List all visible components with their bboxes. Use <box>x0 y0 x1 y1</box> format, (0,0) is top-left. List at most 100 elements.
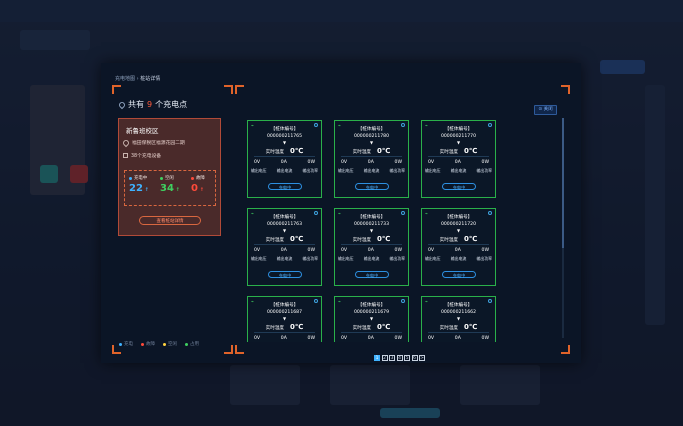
breadcrumb: 充电地图 › 桩站详情 <box>115 76 161 82</box>
output-values: 0V 0A 0W <box>341 336 402 341</box>
pile-number-label: 【桩体编号】 <box>357 215 386 220</box>
pile-card[interactable]: ⌁ 【桩体编号】 000000211765 ▼ 实时温度 0℃ 0V 0A 0W 输出电压 输出电流… <box>247 120 322 198</box>
temperature: 实时温度 0℃ <box>265 323 304 331</box>
divider <box>254 244 315 245</box>
arrow-down-icon: ▼ <box>456 228 461 233</box>
page-button[interactable]: 3 <box>389 355 395 361</box>
arrow-down-icon: ▼ <box>282 140 287 145</box>
page-button[interactable]: 4 <box>396 355 403 361</box>
output-values: 0V 0A 0W <box>341 248 402 253</box>
temperature: 实时温度 0℃ <box>439 235 478 243</box>
arrow-down-icon: ▼ <box>282 316 287 321</box>
output-values: 0V 0A 0W <box>341 160 402 165</box>
output-labels: 输出电压 输出电流 输出功率 <box>338 168 405 173</box>
charging-status-button[interactable]: 充电中 <box>442 271 476 278</box>
output-values: 0V 0A 0W <box>428 336 489 341</box>
output-values: 0V 0A 0W <box>254 336 315 341</box>
status-dot-icon <box>191 176 194 180</box>
pile-id: 000000211780 <box>353 134 390 139</box>
output-labels: 输出电压 输出电流 输出功率 <box>425 256 492 261</box>
pile-number-label: 【桩体编号】 <box>357 127 386 132</box>
page-button[interactable]: 2 <box>381 355 388 361</box>
legend-item: 空闲 <box>163 341 177 347</box>
pile-card[interactable]: ⌁【桩体编号】000000211687▼实时温度0℃0V0A0W输出电压输出电流… <box>247 296 322 342</box>
temperature: 实时温度 0℃ <box>352 323 391 331</box>
arrow-down-icon: ▼ <box>369 228 374 233</box>
frame-corner <box>224 345 233 354</box>
temperature: 实时温度 0℃ <box>439 323 478 331</box>
site-stats: 充电中 22 ↑ 空闲 34 ↑ 故障 0 ↑ <box>124 170 216 206</box>
divider <box>428 332 489 333</box>
output-labels: 输出电压 输出电流 输出功率 <box>251 256 318 261</box>
frame-corner <box>561 85 570 94</box>
output-values: 0V 0A 0W <box>254 160 315 165</box>
pile-card[interactable]: ⌁ 【桩体编号】 000000211720 ▼ 实时温度 0℃ 0V 0A 0W 输出电压 输出电流… <box>421 208 496 286</box>
temperature: 实时温度 0℃ <box>439 147 478 155</box>
pile-card[interactable]: ⌁【桩体编号】000000211679▼实时温度0℃0V0A0W输出电压输出电流… <box>334 296 409 342</box>
arrow-down-icon: ▼ <box>369 140 374 145</box>
pile-card[interactable]: ⌁ 【桩体编号】 000000211733 ▼ 实时温度 0℃ 0V 0A 0W 输出电压 输出电流… <box>334 208 409 286</box>
pile-number-label: 【桩体编号】 <box>270 215 299 220</box>
status-dot-icon <box>160 176 163 180</box>
stat-idle: 空闲 34 ↑ <box>160 176 180 194</box>
output-labels: 输出电压 输出电流 输出功率 <box>338 256 405 261</box>
divider <box>428 244 489 245</box>
frame-corner <box>561 345 570 354</box>
site-address: 福田保税区福源花园二期 <box>121 138 185 147</box>
pile-id: 000000211733 <box>353 222 390 227</box>
point-count: 9 <box>147 100 153 109</box>
pile-card[interactable]: ⌁ 【桩体编号】 000000211763 ▼ 实时温度 0℃ 0V 0A 0W 输出电压 输出电流… <box>247 208 322 286</box>
output-labels: 输出电压 输出电流 输出功率 <box>251 168 318 173</box>
pile-id: 000000211763 <box>266 222 303 227</box>
divider <box>428 156 489 157</box>
charging-status-button[interactable]: 充电中 <box>442 183 476 190</box>
temperature: 实时温度 0℃ <box>352 235 391 243</box>
breadcrumb-current: 桩站详情 <box>140 76 161 82</box>
frame-corner <box>235 85 244 94</box>
temperature: 实时温度 0℃ <box>352 147 391 155</box>
charging-status-button[interactable]: 充电中 <box>355 271 389 278</box>
legend-item: 占用 <box>185 341 199 347</box>
divider <box>254 156 315 157</box>
charging-status-button[interactable]: 充电中 <box>268 183 302 190</box>
pagination: 1 2 3 4 5 6 > <box>374 355 425 361</box>
output-values: 0V 0A 0W <box>428 160 489 165</box>
stat-fault: 故障 0 ↑ <box>191 176 205 194</box>
pile-number-label: 【桩体编号】 <box>270 127 299 132</box>
pile-id: 000000211770 <box>440 134 477 139</box>
pile-number-label: 【桩体编号】 <box>357 303 386 308</box>
divider <box>254 332 315 333</box>
view-station-button[interactable]: 查看桩站详情 <box>139 216 201 225</box>
page-button[interactable]: 6 <box>411 355 418 361</box>
pile-number-label: 【桩体编号】 <box>444 303 473 308</box>
temperature: 实时温度 0℃ <box>265 147 304 155</box>
pile-grid: ⌁ 【桩体编号】 000000211765 ▼ 实时温度 0℃ 0V 0A 0W 输出电压 输出电流… <box>247 120 559 342</box>
divider <box>341 332 402 333</box>
pile-number-label: 【桩体编号】 <box>444 215 473 220</box>
divider <box>341 244 402 245</box>
breadcrumb-root[interactable]: 充电地图 <box>115 76 135 82</box>
pile-card[interactable]: ⌁ 【桩体编号】 000000211770 ▼ 实时温度 0℃ 0V 0A 0W 输出电压 输出电流… <box>421 120 496 198</box>
legend-item: 充电 <box>119 341 133 347</box>
arrow-down-icon: ▼ <box>456 316 461 321</box>
output-values: 0V 0A 0W <box>428 248 489 253</box>
pile-number-label: 【桩体编号】 <box>444 127 473 132</box>
station-detail-modal: 充电地图 › 桩站详情 共有 9 个充电点 ⊙ 关闭 新鲁班校区 福田保税区福源… <box>101 63 581 363</box>
device-icon <box>123 153 128 158</box>
pile-card[interactable]: ⌁【桩体编号】000000211662▼实时温度0℃0V0A0W输出电压输出电流… <box>421 296 496 342</box>
page-button[interactable]: 1 <box>374 355 380 361</box>
frame-corner <box>235 345 244 354</box>
charging-point-count: 共有 9 个充电点 <box>117 99 187 110</box>
charging-status-button[interactable]: 充电中 <box>268 271 302 278</box>
pile-card[interactable]: ⌁ 【桩体编号】 000000211780 ▼ 实时温度 0℃ 0V 0A 0W 输出电压 输出电流… <box>334 120 409 198</box>
status-dot-icon <box>129 176 132 180</box>
site-name: 新鲁班校区 <box>126 127 159 135</box>
page-button[interactable]: 5 <box>404 355 410 361</box>
status-legend: 充电 故障 空闲 占用 <box>119 341 199 347</box>
scrollbar-thumb[interactable] <box>562 118 564 248</box>
charging-status-button[interactable]: 充电中 <box>355 183 389 190</box>
pile-number-label: 【桩体编号】 <box>270 303 299 308</box>
next-page-button[interactable]: > <box>419 355 425 361</box>
pile-id: 000000211765 <box>266 134 303 139</box>
close-button[interactable]: ⊙ 关闭 <box>534 105 557 115</box>
